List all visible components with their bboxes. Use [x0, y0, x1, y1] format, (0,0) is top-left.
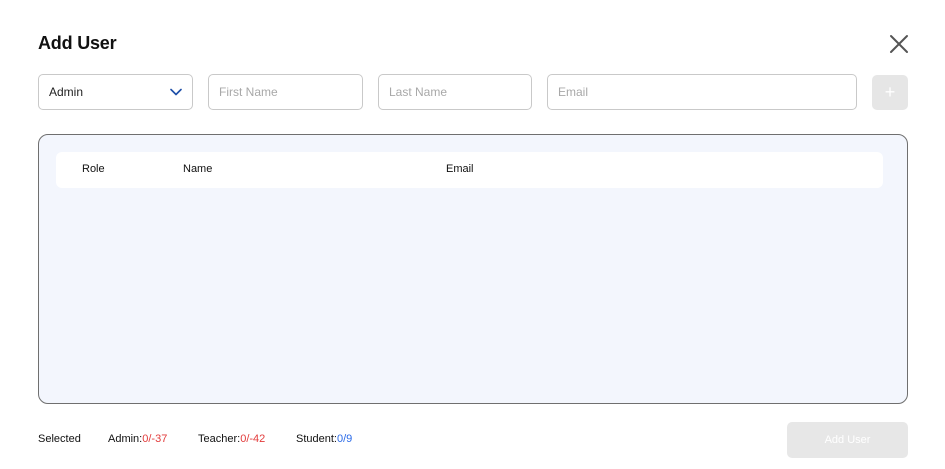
table-header: Role Name Email [56, 152, 883, 188]
admin-count-value: 0/-37 [142, 433, 168, 445]
teacher-count: Teacher:0/-42 [198, 433, 265, 445]
student-count-label: Student: [296, 433, 337, 445]
admin-count-label: Admin: [108, 433, 143, 445]
role-select-value: Admin [49, 85, 84, 99]
close-icon[interactable] [887, 32, 911, 56]
chevron-down-icon [170, 88, 182, 96]
teacher-count-value: 0/-42 [240, 433, 266, 445]
role-select[interactable]: Admin [38, 74, 193, 110]
last-name-field-wrapper [378, 74, 532, 110]
first-name-field-wrapper [208, 74, 363, 110]
add-row-button[interactable]: + [872, 75, 908, 110]
dialog-title: Add User [38, 33, 117, 53]
student-count: Student:0/9 [296, 433, 352, 445]
email-field-wrapper [547, 74, 857, 110]
plus-icon: + [884, 82, 896, 102]
selected-label: Selected [38, 433, 81, 445]
column-header-role: Role [82, 163, 105, 175]
first-name-input[interactable] [209, 75, 362, 109]
teacher-count-label: Teacher: [198, 433, 241, 445]
last-name-input[interactable] [379, 75, 531, 109]
users-table: Role Name Email [38, 134, 908, 404]
add-user-button[interactable]: Add User [787, 422, 908, 458]
column-header-name: Name [183, 163, 213, 175]
column-header-email: Email [446, 163, 474, 175]
student-count-value: 0/9 [336, 433, 353, 445]
email-input[interactable] [548, 75, 856, 109]
admin-count: Admin:0/-37 [108, 433, 167, 445]
